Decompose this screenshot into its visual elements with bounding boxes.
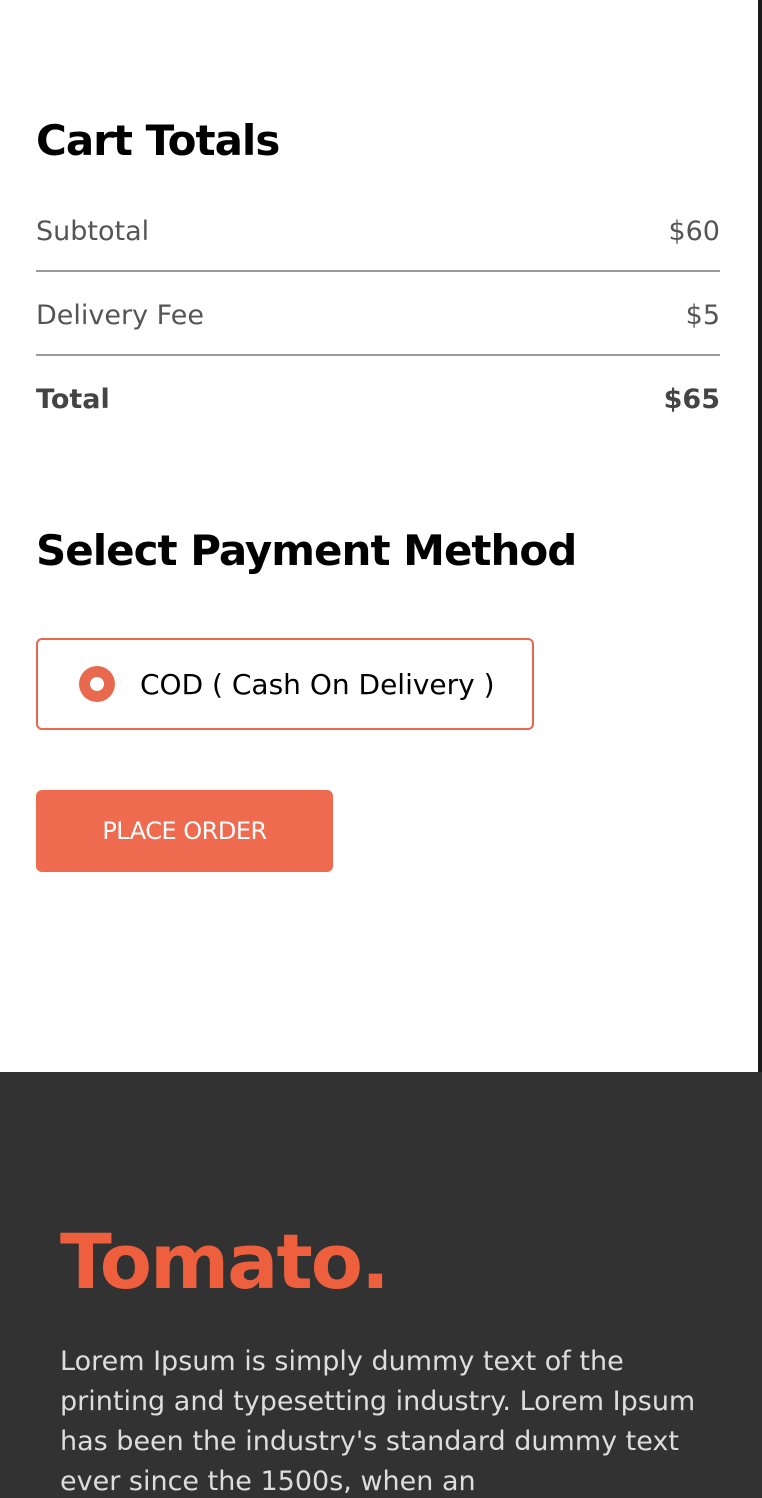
total-value: $65 [663,383,720,415]
total-row: Total $65 [36,381,720,417]
radio-selected-icon[interactable] [79,666,115,702]
payment-option-label: COD ( Cash On Delivery ) [140,667,495,701]
page-edge [758,0,762,1072]
subtotal-value: $60 [668,215,720,247]
cart-totals-title: Cart Totals [36,116,280,165]
place-order-button[interactable]: PLACE ORDER [36,790,333,872]
subtotal-label: Subtotal [36,215,150,247]
divider [36,354,720,356]
delivery-fee-label: Delivery Fee [36,299,204,331]
total-label: Total [36,383,110,415]
divider [36,270,720,272]
footer-description: Lorem Ipsum is simply dummy text of the … [60,1346,696,1497]
payment-method-title: Select Payment Method [36,526,577,575]
delivery-fee-row: Delivery Fee $5 [36,297,720,333]
radio-dot [90,677,104,691]
payment-option-cod[interactable]: COD ( Cash On Delivery ) [36,638,534,730]
footer: Tomato. Lorem Ipsum is simply dummy text… [0,1072,762,1498]
delivery-fee-value: $5 [685,299,720,331]
subtotal-row: Subtotal $60 [36,213,720,249]
brand-logo: Tomato. [60,1217,390,1306]
